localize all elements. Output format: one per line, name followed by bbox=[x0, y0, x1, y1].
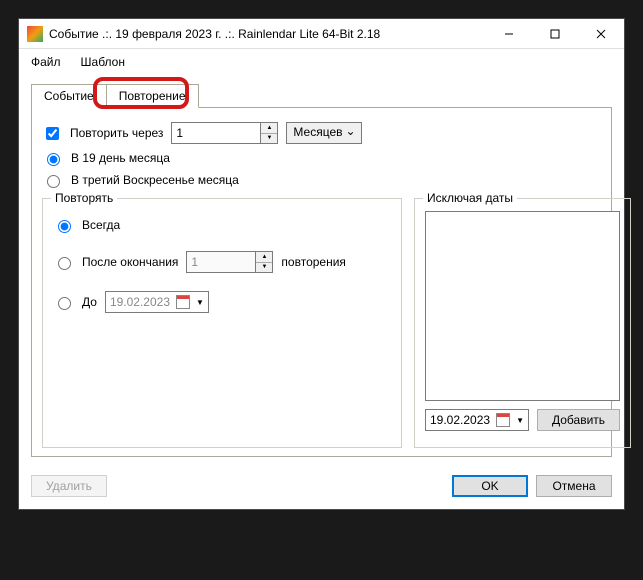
window-title: Событие .:. 19 февраля 2023 г. .:. Rainl… bbox=[49, 27, 486, 41]
tab-event[interactable]: Событие bbox=[31, 84, 107, 108]
repeat-unit-combo[interactable]: Месяцев bbox=[286, 122, 361, 144]
repetition-panel: Повторить через ▲▼ Месяцев В 19 день мес… bbox=[31, 108, 612, 457]
menubar: Файл Шаблон bbox=[19, 49, 624, 75]
repeat-count-input bbox=[186, 251, 256, 273]
repeat-until-label: До bbox=[82, 295, 97, 309]
weekday-of-month-label: В третий Воскресенье месяца bbox=[71, 173, 239, 187]
exclude-date-value: 19.02.2023 bbox=[430, 413, 490, 427]
calendar-icon bbox=[176, 295, 190, 309]
spin-down-icon[interactable]: ▼ bbox=[261, 134, 277, 144]
weekday-of-month-radio[interactable] bbox=[47, 175, 60, 188]
day-of-month-radio[interactable] bbox=[47, 153, 60, 166]
repeat-duration-group: Повторять Всегда После окончания ▲▼ повт… bbox=[42, 198, 402, 448]
spin-up-icon[interactable]: ▲ bbox=[256, 252, 272, 263]
event-dialog-window: Событие .:. 19 февраля 2023 г. .:. Rainl… bbox=[18, 18, 625, 510]
repeat-interval-input[interactable] bbox=[171, 122, 261, 144]
exclude-date-picker[interactable]: 19.02.2023 ▼ bbox=[425, 409, 529, 431]
exclude-dates-group: Исключая даты 19.02.2023 ▼ Добавить bbox=[414, 198, 631, 448]
repeat-always-label: Всегда bbox=[82, 218, 120, 232]
repeat-count-spinner[interactable]: ▲▼ bbox=[186, 251, 273, 273]
chevron-down-icon: ▼ bbox=[516, 416, 524, 425]
app-icon bbox=[27, 26, 43, 42]
close-button[interactable] bbox=[578, 19, 624, 49]
add-exclude-date-button[interactable]: Добавить bbox=[537, 409, 620, 431]
repeat-after-suffix: повторения bbox=[281, 255, 346, 269]
menu-file[interactable]: Файл bbox=[27, 53, 65, 71]
repeat-after-radio[interactable] bbox=[58, 257, 71, 270]
repeat-after-label: После окончания bbox=[82, 255, 178, 269]
day-of-month-label: В 19 день месяца bbox=[71, 151, 170, 165]
minimize-button[interactable] bbox=[486, 19, 532, 49]
chevron-down-icon: ▼ bbox=[196, 298, 204, 307]
repeat-until-date: 19.02.2023 bbox=[110, 295, 170, 309]
calendar-icon bbox=[496, 413, 510, 427]
delete-button: Удалить bbox=[31, 475, 107, 497]
repeat-interval-spinner[interactable]: ▲▼ bbox=[171, 122, 278, 144]
spin-down-icon[interactable]: ▼ bbox=[256, 263, 272, 273]
menu-template[interactable]: Шаблон bbox=[77, 53, 129, 71]
exclude-dates-legend: Исключая даты bbox=[423, 191, 517, 205]
ok-button[interactable]: OK bbox=[452, 475, 528, 497]
tab-repetition[interactable]: Повторение bbox=[106, 84, 199, 108]
repeat-every-label: Повторить через bbox=[70, 126, 163, 140]
exclude-dates-listbox[interactable] bbox=[425, 211, 620, 401]
repeat-until-radio[interactable] bbox=[58, 297, 71, 310]
maximize-button[interactable] bbox=[532, 19, 578, 49]
cancel-button[interactable]: Отмена bbox=[536, 475, 612, 497]
titlebar: Событие .:. 19 февраля 2023 г. .:. Rainl… bbox=[19, 19, 624, 49]
repeat-until-datepicker[interactable]: 19.02.2023 ▼ bbox=[105, 291, 209, 313]
tab-strip: Событие Повторение bbox=[31, 83, 612, 108]
repeat-unit-value: Месяцев bbox=[293, 125, 342, 139]
repeat-every-checkbox[interactable] bbox=[46, 127, 59, 140]
repeat-duration-legend: Повторять bbox=[51, 191, 117, 205]
repeat-always-radio[interactable] bbox=[58, 220, 71, 233]
spin-up-icon[interactable]: ▲ bbox=[261, 123, 277, 134]
dialog-footer: Удалить OK Отмена bbox=[19, 467, 624, 509]
